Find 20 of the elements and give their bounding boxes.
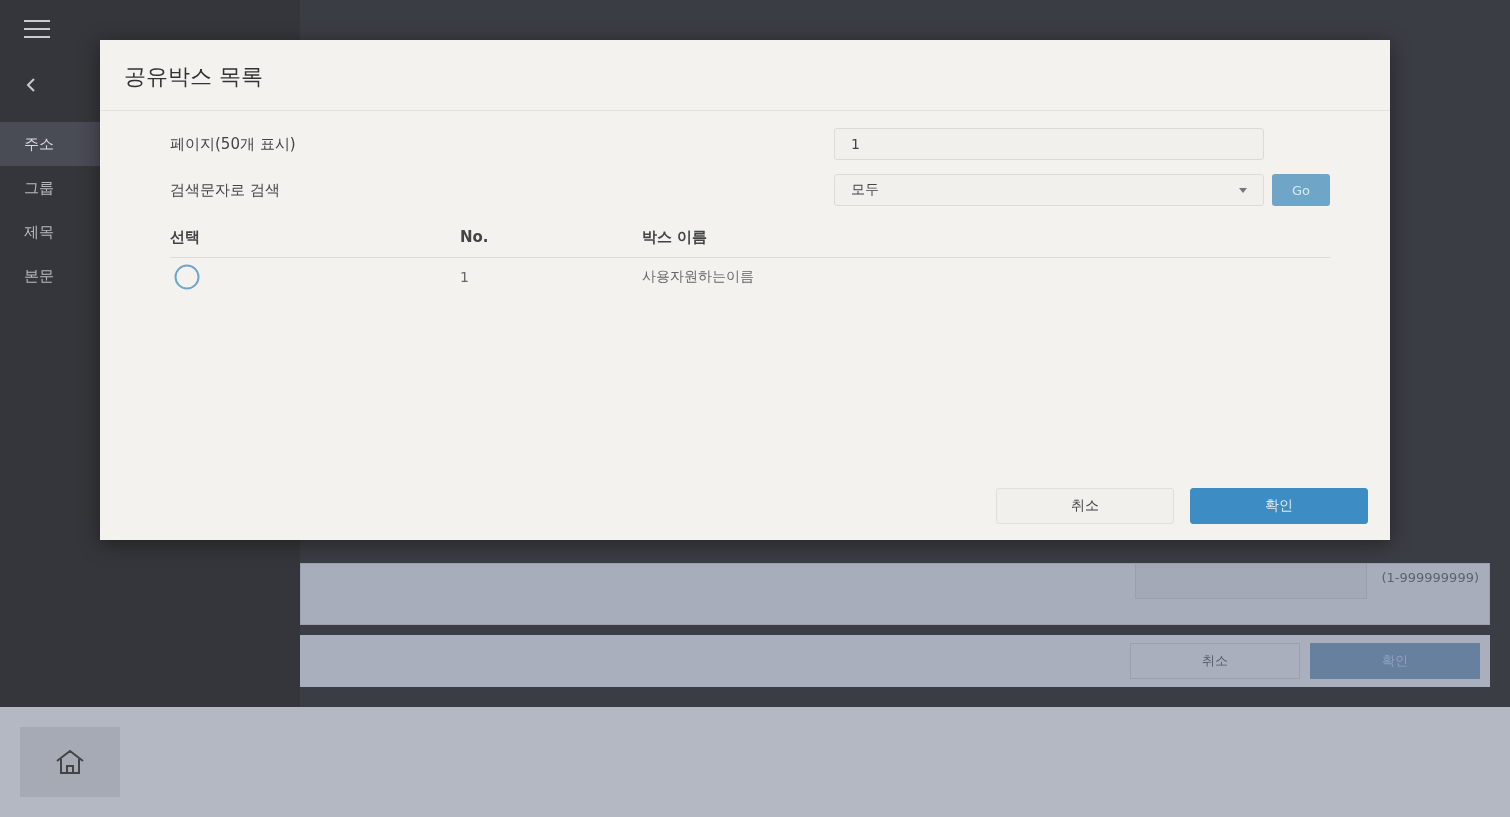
caret-icon — [1239, 187, 1247, 193]
column-header: 박스 이름 — [642, 227, 709, 247]
number-field[interactable] — [1135, 564, 1368, 599]
search-dropdown[interactable]: 모두 — [834, 174, 1264, 206]
field-label: 검색문자로 검색 — [170, 180, 281, 200]
column-header: 선택 — [170, 227, 201, 247]
field-label: 페이지(50개 표시) — [170, 134, 297, 154]
dialog-title: 공유박스 목록 — [100, 40, 1390, 111]
table-cell-text: 1 — [460, 269, 470, 285]
back-icon[interactable] — [26, 78, 36, 92]
menu-icon[interactable] — [24, 20, 50, 38]
home-icon — [54, 749, 86, 775]
radio-button[interactable] — [174, 264, 200, 290]
table-cell-text: 사용자원하는이름 — [642, 268, 755, 286]
column-header: No. — [460, 228, 490, 246]
page-input[interactable]: 1 — [834, 128, 1264, 160]
cancel-button[interactable]: 취소 — [996, 488, 1174, 524]
cancel-button[interactable]: 취소 — [1130, 643, 1300, 679]
home-button[interactable] — [20, 727, 120, 797]
range-hint: (1-999999999) — [1381, 570, 1479, 585]
